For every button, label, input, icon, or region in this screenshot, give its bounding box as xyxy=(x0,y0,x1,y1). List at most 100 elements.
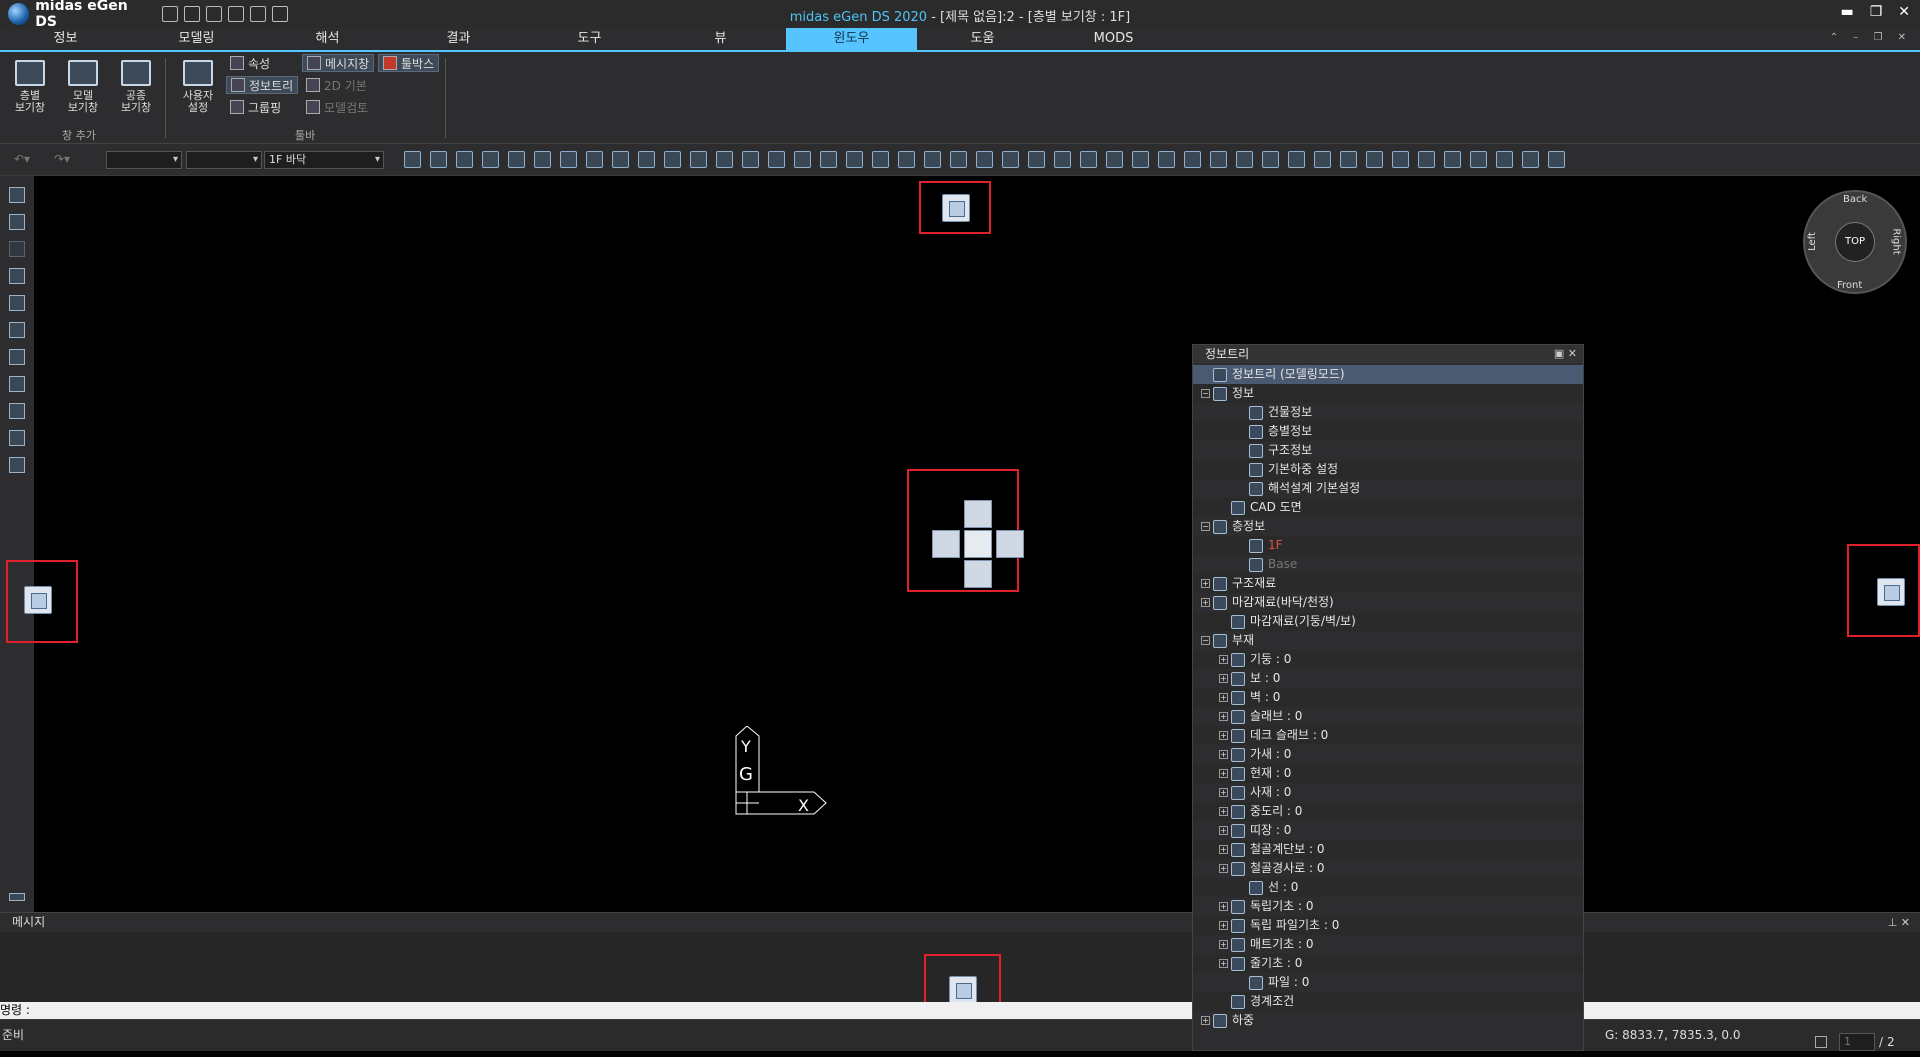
tree-expand-toggle[interactable]: + xyxy=(1219,674,1228,683)
lock-icon[interactable] xyxy=(9,241,25,257)
message-window-button[interactable]: 메시지창 xyxy=(302,54,375,72)
tree-item[interactable]: − 정보 xyxy=(1193,384,1583,403)
tree-expand-toggle[interactable]: + xyxy=(1219,807,1228,816)
tree-item[interactable]: + 철골계단보 : 0 xyxy=(1193,840,1583,859)
tree-item[interactable]: 마감재료(기둥/벽/보) xyxy=(1193,612,1583,631)
tree-item[interactable]: 층별정보 xyxy=(1193,422,1583,441)
diagonal-icon[interactable] xyxy=(820,151,837,168)
rotate-icon[interactable] xyxy=(1028,151,1045,168)
stair-icon[interactable] xyxy=(898,151,915,168)
tree-item[interactable]: 경계조건 xyxy=(1193,992,1583,1011)
command-line[interactable]: 명령 : xyxy=(0,1002,1920,1019)
properties-icon[interactable] xyxy=(9,187,25,203)
menu-mods[interactable]: MODS xyxy=(1048,28,1179,50)
dock-top-icon[interactable] xyxy=(942,194,970,222)
left-toolbar-toggle-icon[interactable] xyxy=(9,893,25,901)
node-icon[interactable] xyxy=(1210,151,1227,168)
tree-expand-toggle[interactable]: + xyxy=(1219,655,1228,664)
element-number-icon[interactable] xyxy=(1262,151,1279,168)
tree-item[interactable]: + 가새 : 0 xyxy=(1193,745,1583,764)
tree-item[interactable]: + 줄기초 : 0 xyxy=(1193,954,1583,973)
unlock-icon[interactable] xyxy=(9,214,25,230)
navcube-top[interactable]: TOP xyxy=(1835,222,1875,262)
tree-expand-toggle[interactable]: + xyxy=(1219,921,1228,930)
select-previous-icon[interactable] xyxy=(482,151,499,168)
message-area[interactable] xyxy=(0,932,1920,1026)
tree-item[interactable]: 기본하중 설정 xyxy=(1193,460,1583,479)
tree-item[interactable]: 구조정보 xyxy=(1193,441,1583,460)
tree-item[interactable]: + 매트기초 : 0 xyxy=(1193,935,1583,954)
beam-icon[interactable] xyxy=(664,151,681,168)
grid-icon[interactable] xyxy=(612,151,629,168)
tree-expand-toggle[interactable]: + xyxy=(1219,750,1228,759)
tree-item[interactable]: + 기둥 : 0 xyxy=(1193,650,1583,669)
tree-expand-toggle[interactable]: + xyxy=(1201,1016,1210,1025)
tree-expand-toggle[interactable]: − xyxy=(1201,636,1210,645)
tree-item[interactable]: + 하중 xyxy=(1193,1011,1583,1030)
menu-results[interactable]: 결과 xyxy=(393,28,524,50)
tree-item[interactable]: + 보 : 0 xyxy=(1193,669,1583,688)
check-icon[interactable] xyxy=(9,430,25,446)
toolbox-button[interactable]: 툴박스 xyxy=(378,54,440,72)
tree-item[interactable]: − 층정보 xyxy=(1193,517,1583,536)
dock-center-tab-icon[interactable] xyxy=(964,530,992,558)
slab-icon[interactable] xyxy=(716,151,733,168)
model-view-button[interactable]: 모델 보기창 xyxy=(58,60,108,114)
tree-item[interactable]: 파일 : 0 xyxy=(1193,973,1583,992)
tree-expand-toggle[interactable]: + xyxy=(1219,940,1228,949)
navcube-front[interactable]: Front xyxy=(1837,280,1862,291)
tree-expand-toggle[interactable]: + xyxy=(1219,902,1228,911)
view-top-icon[interactable] xyxy=(1444,151,1461,168)
tree-item[interactable]: Base xyxy=(1193,555,1583,574)
snap-icon[interactable] xyxy=(586,151,603,168)
tree-expand-toggle[interactable]: + xyxy=(1219,712,1228,721)
girt-icon[interactable] xyxy=(872,151,889,168)
tree-item[interactable]: + 슬래브 : 0 xyxy=(1193,707,1583,726)
select-tool-icon[interactable] xyxy=(9,376,25,392)
menu-modeling[interactable]: 모델링 xyxy=(131,28,262,50)
deck-slab-icon[interactable] xyxy=(742,151,759,168)
view-right-icon[interactable] xyxy=(1418,151,1435,168)
minimize-button[interactable]: ▬ xyxy=(1840,4,1853,20)
restore-button[interactable]: ❐ xyxy=(1870,4,1883,20)
color-icon[interactable] xyxy=(1184,151,1201,168)
select-type-icon[interactable] xyxy=(534,151,551,168)
dock-center-right-icon[interactable] xyxy=(996,530,1024,558)
tree-item[interactable]: + 띠장 : 0 xyxy=(1193,821,1583,840)
tree-item[interactable]: 선 : 0 xyxy=(1193,878,1583,897)
tree-item[interactable]: + 현재 : 0 xyxy=(1193,764,1583,783)
tree-expand-toggle[interactable]: − xyxy=(1201,522,1210,531)
dock-center-bottom-icon[interactable] xyxy=(964,560,992,588)
tree-item[interactable]: + 독립 파일기초 : 0 xyxy=(1193,916,1583,935)
split-horizontal-icon[interactable] xyxy=(1522,151,1539,168)
floor-view-button[interactable]: 층별 보기창 xyxy=(5,60,55,114)
purlin-icon[interactable] xyxy=(846,151,863,168)
copy-icon[interactable] xyxy=(1002,151,1019,168)
tree-expand-toggle[interactable]: + xyxy=(1219,788,1228,797)
menu-info[interactable]: 정보 xyxy=(0,28,131,50)
select-plane-icon[interactable] xyxy=(560,151,577,168)
combo-1[interactable] xyxy=(106,151,182,169)
select-window-icon[interactable] xyxy=(430,151,447,168)
menu-analysis[interactable]: 해석 xyxy=(262,28,393,50)
view-navigation-cube[interactable]: Back Front Left Right TOP xyxy=(1803,190,1907,294)
page-checkbox[interactable] xyxy=(1815,1036,1827,1048)
tree-expand-toggle[interactable]: + xyxy=(1219,959,1228,968)
navcube-right[interactable]: Right xyxy=(1891,228,1902,254)
tree-item[interactable]: + 마감재료(바닥/천정) xyxy=(1193,593,1583,612)
tree-item[interactable]: 해석설계 기본설정 xyxy=(1193,479,1583,498)
move-icon[interactable] xyxy=(976,151,993,168)
tree-expand-toggle[interactable]: + xyxy=(1201,598,1210,607)
delete-icon[interactable] xyxy=(9,268,25,284)
user-settings-button[interactable]: 사용자 설정 xyxy=(173,60,223,114)
report-icon[interactable] xyxy=(1314,151,1331,168)
dock-bottom-icon[interactable] xyxy=(949,976,977,1004)
tree-expand-toggle[interactable]: − xyxy=(1201,389,1210,398)
info-tree-close-button[interactable]: ▣ ✕ xyxy=(1554,345,1577,363)
grouping-button[interactable]: 그룹핑 xyxy=(226,98,285,116)
tree-item[interactable]: + 독립기초 : 0 xyxy=(1193,897,1583,916)
view-front-icon[interactable] xyxy=(1340,151,1357,168)
tree-expand-toggle[interactable]: + xyxy=(1219,769,1228,778)
dock-left-icon[interactable] xyxy=(24,586,52,614)
ribbon-controls[interactable]: ⌃ – ❐ ✕ xyxy=(1830,32,1912,43)
